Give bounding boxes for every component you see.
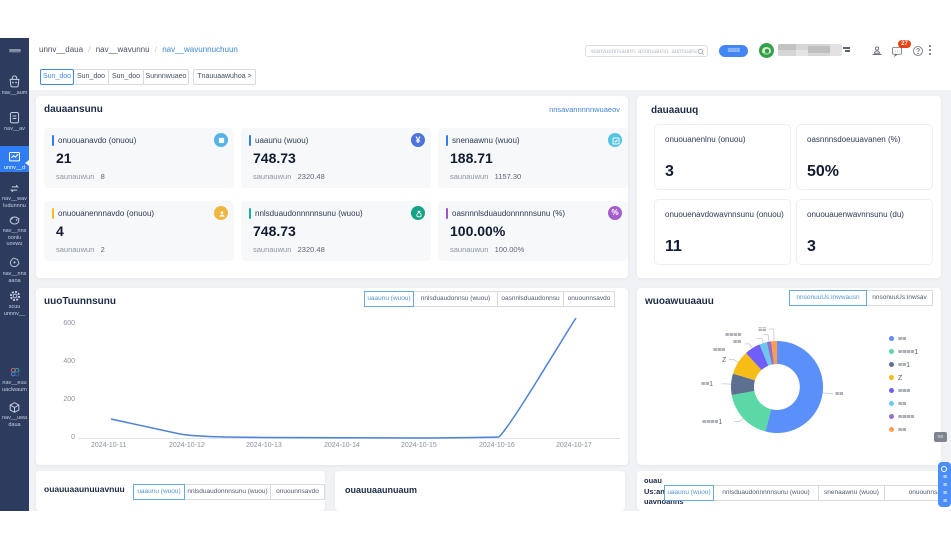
svg-text:Z: Z — [722, 357, 727, 364]
svg-text:≡≡: ≡≡ — [835, 391, 843, 398]
svg-text:≡≡≡: ≡≡≡ — [713, 347, 725, 354]
svg-text:≡≡≡≡1: ≡≡≡≡1 — [702, 419, 722, 426]
svg-text:≡≡1: ≡≡1 — [701, 381, 713, 388]
svg-text:≡≡≡≡: ≡≡≡≡ — [725, 332, 741, 339]
svg-text:≡≡: ≡≡ — [733, 339, 741, 346]
svg-text:≡≡: ≡≡ — [758, 327, 766, 334]
